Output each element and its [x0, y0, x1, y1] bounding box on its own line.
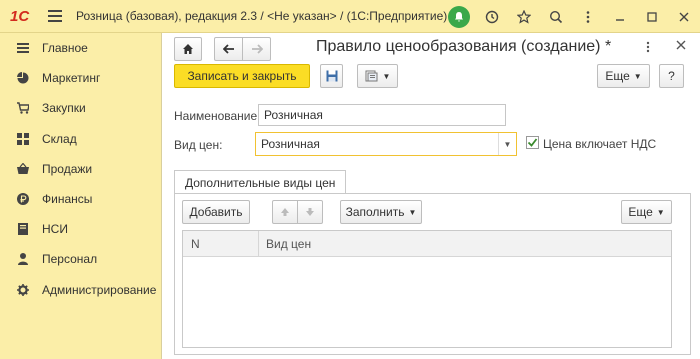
forward-button[interactable]: [242, 37, 271, 61]
price-types-table[interactable]: N Вид цен: [182, 230, 672, 348]
tab-additional-price-types[interactable]: Дополнительные виды цен: [174, 170, 347, 194]
arrow-left-icon: [222, 44, 234, 54]
table-more-label: Еще: [628, 205, 653, 219]
more-vert-icon[interactable]: [572, 0, 604, 33]
sidebar-item-warehouse[interactable]: Склад: [0, 124, 161, 154]
name-value: Розничная: [264, 108, 323, 122]
sidebar-item-label: Продажи: [42, 161, 93, 176]
sidebar: Главное Маркетинг Закупки Склад Продажи …: [0, 33, 161, 359]
sidebar-item-personnel[interactable]: Персонал: [0, 244, 161, 274]
column-header-n[interactable]: N: [183, 231, 259, 256]
form-panel: Правило ценообразования (создание) * Зап…: [161, 33, 700, 359]
title-bar: 1С Розница (базовая), редакция 2.3 / <Не…: [0, 0, 700, 33]
menu-icon[interactable]: [48, 6, 68, 26]
sidebar-item-marketing[interactable]: Маркетинг: [0, 63, 161, 93]
sidebar-item-finance[interactable]: Финансы: [0, 184, 161, 214]
close-window-icon[interactable]: [668, 0, 700, 33]
basket-icon: [17, 162, 29, 175]
fill-button-label: Заполнить: [345, 205, 405, 219]
floppy-icon: [326, 70, 337, 82]
sidebar-item-label: Финансы: [42, 192, 93, 207]
pie-chart-icon: [17, 72, 29, 84]
arrow-right-icon: [251, 44, 263, 54]
person-icon: [17, 253, 29, 266]
move-up-button[interactable]: [272, 200, 298, 224]
search-icon[interactable]: [540, 0, 572, 33]
sidebar-item-label: Персонал: [42, 252, 98, 267]
minimize-icon[interactable]: [604, 0, 636, 33]
vat-checkbox[interactable]: [526, 136, 539, 149]
list-icon: [17, 42, 29, 54]
sidebar-item-main[interactable]: Главное: [0, 33, 161, 63]
maximize-icon[interactable]: [636, 0, 668, 33]
save-button[interactable]: [320, 64, 343, 88]
column-header-price-type[interactable]: Вид цен: [259, 237, 311, 251]
price-type-value: Розничная: [261, 137, 320, 151]
sidebar-item-purchases[interactable]: Закупки: [0, 93, 161, 123]
sidebar-item-label: Главное: [42, 41, 88, 56]
chevron-down-icon: ▼: [633, 71, 642, 81]
arrow-up-icon: [281, 208, 289, 216]
table-header: N Вид цен: [183, 231, 671, 257]
sidebar-item-label: НСИ: [42, 222, 68, 237]
home-icon: [183, 44, 193, 54]
ruble-icon: [17, 193, 29, 206]
sidebar-item-label: Маркетинг: [42, 71, 101, 86]
form-close-icon[interactable]: [676, 37, 686, 55]
check-icon: [527, 138, 538, 147]
move-down-button[interactable]: [297, 200, 323, 224]
star-icon[interactable]: [508, 0, 540, 33]
help-button[interactable]: ?: [659, 64, 684, 88]
more-button[interactable]: Еще ▼: [597, 64, 650, 88]
form-more-icon[interactable]: [646, 40, 650, 56]
book-icon: [17, 223, 29, 236]
gear-icon: [17, 283, 29, 296]
save-and-close-button[interactable]: Записать и закрыть: [174, 64, 310, 88]
table-more-button[interactable]: Еще ▼: [621, 200, 672, 224]
report-icon: [365, 70, 378, 82]
sidebar-item-label: Склад: [42, 131, 77, 146]
warehouse-icon: [17, 132, 29, 145]
home-button[interactable]: [174, 37, 202, 61]
chevron-down-icon: ▼: [656, 207, 665, 217]
sidebar-item-nsi[interactable]: НСИ: [0, 214, 161, 244]
sidebar-item-sales[interactable]: Продажи: [0, 154, 161, 184]
app-title: Розница (базовая), редакция 2.3 / <Не ук…: [76, 9, 448, 23]
form-title: Правило ценообразования (создание) *: [316, 38, 612, 55]
more-button-label: Еще: [605, 69, 630, 83]
fill-button[interactable]: Заполнить ▼: [340, 200, 422, 224]
notification-bell-icon[interactable]: [448, 5, 470, 28]
back-button[interactable]: [214, 37, 243, 61]
logo-1c: 1С: [10, 7, 30, 25]
vat-label: Цена включает НДС: [543, 137, 657, 151]
name-label: Наименование:: [174, 109, 261, 123]
name-field[interactable]: Розничная: [258, 104, 506, 126]
chevron-down-icon[interactable]: ▼: [498, 133, 516, 155]
sidebar-item-label: Администрирование: [42, 282, 157, 297]
add-button[interactable]: Добавить: [182, 200, 250, 224]
chevron-down-icon: ▼: [408, 207, 417, 217]
chevron-down-icon: ▼: [382, 71, 391, 81]
history-icon[interactable]: [476, 0, 508, 33]
cart-icon: [17, 102, 29, 115]
price-type-label: Вид цен:: [174, 138, 223, 152]
price-type-field[interactable]: Розничная ▼: [255, 132, 517, 156]
sidebar-item-label: Закупки: [42, 101, 86, 116]
sidebar-item-admin[interactable]: Администрирование: [0, 275, 161, 305]
arrow-down-icon: [306, 208, 314, 216]
print-dropdown-button[interactable]: ▼: [357, 64, 398, 88]
